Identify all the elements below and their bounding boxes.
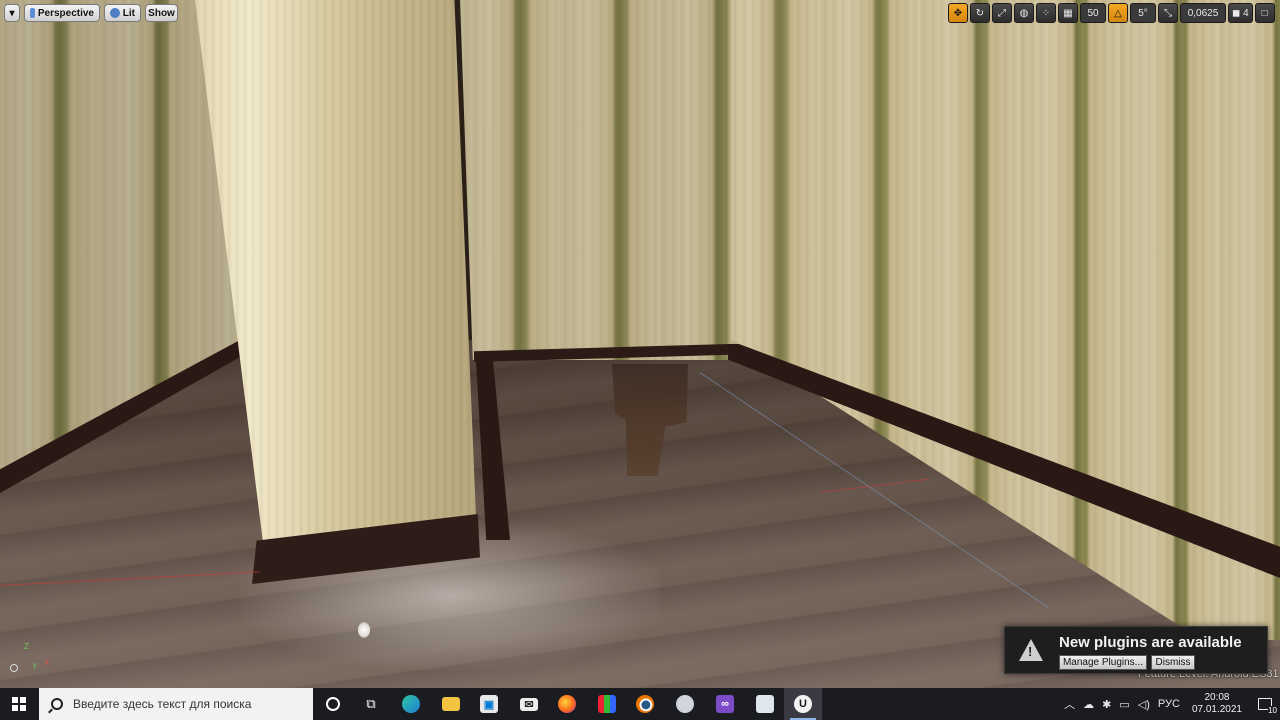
- blender-icon: [636, 695, 654, 713]
- taskbar-app-meshroom[interactable]: [666, 688, 704, 720]
- edge-browser-icon: [402, 695, 420, 713]
- coordinate-system-button[interactable]: ◍: [1014, 3, 1034, 23]
- camera-icon: ◼: [1232, 7, 1244, 19]
- scale-mode-button[interactable]: ⤢: [992, 3, 1012, 23]
- taskbar-app-mail[interactable]: ✉: [510, 688, 548, 720]
- taskbar-app-blender[interactable]: [626, 688, 664, 720]
- globe-icon: ◍: [1019, 7, 1029, 19]
- angle-icon: △: [1114, 7, 1122, 19]
- folder-icon: [442, 697, 460, 711]
- surface-snap-icon: ⁘: [1041, 7, 1051, 19]
- scale-icon: ⤢: [998, 7, 1006, 19]
- grid-snap-toggle[interactable]: ▦: [1058, 3, 1078, 23]
- taskbar-app-visual-studio[interactable]: ∞: [706, 688, 744, 720]
- taskbar-app-files[interactable]: [746, 688, 784, 720]
- camera-speed-value: 4: [1243, 7, 1249, 19]
- rotation-snap-value[interactable]: 5°: [1130, 3, 1156, 23]
- scale-snap-icon: ⤡: [1164, 7, 1172, 19]
- chevron-down-icon: ▾: [9, 7, 15, 19]
- visual-studio-icon: ∞: [716, 695, 734, 713]
- transform-toolbar: ✥ ↻ ⤢ ◍ ⁘ ▦ 50 △ 5° ⤡ 0,0625 ◼ 4 □: [948, 3, 1275, 23]
- taskbar-app-unreal[interactable]: U: [784, 688, 822, 720]
- grid-icon: ▦: [1063, 7, 1073, 19]
- axis-indicator: Z Y X: [10, 640, 56, 676]
- axis-origin-icon: [10, 664, 18, 672]
- clock[interactable]: 20:08 07.01.2021: [1184, 692, 1250, 716]
- level-viewport[interactable]: ▾ Perspective Lit Show ✥ ↻ ⤢ ◍ ⁘ ▦ 50 △ …: [0, 0, 1280, 688]
- view-mode-button[interactable]: Lit: [104, 4, 141, 22]
- plugins-notification: New plugins are available Manage Plugins…: [1004, 626, 1268, 674]
- taskbar-app-firefox[interactable]: [548, 688, 586, 720]
- dismiss-button[interactable]: Dismiss: [1151, 655, 1195, 670]
- language-indicator[interactable]: РУС: [1154, 698, 1184, 710]
- maximize-viewport-button[interactable]: □: [1254, 3, 1275, 23]
- polygon-app-icon: [676, 695, 694, 713]
- notification-count: 10: [1268, 706, 1277, 715]
- maximize-icon: □: [1261, 7, 1268, 19]
- taskbar-app-edge[interactable]: [392, 688, 430, 720]
- viewport-options-button[interactable]: ▾: [4, 4, 20, 22]
- grid-snap-value[interactable]: 50: [1080, 3, 1106, 23]
- notification-title: New plugins are available: [1059, 634, 1242, 651]
- view-mode-label: Lit: [122, 7, 135, 19]
- task-view-icon: ⧉: [366, 696, 376, 711]
- start-button[interactable]: [0, 688, 38, 720]
- surface-snapping-button[interactable]: ⁘: [1036, 3, 1056, 23]
- rotate-icon: ↻: [975, 7, 985, 19]
- firefox-icon: [558, 695, 576, 713]
- chevron-up-icon[interactable]: ︿: [1060, 696, 1079, 712]
- onedrive-cloud-icon[interactable]: ☁: [1079, 698, 1098, 711]
- unreal-engine-icon: U: [794, 695, 812, 713]
- store-bag-icon: ▣: [480, 695, 498, 713]
- search-placeholder: Введите здесь текст для поиска: [73, 697, 252, 711]
- bluetooth-icon[interactable]: ✱: [1098, 698, 1115, 711]
- action-center-button[interactable]: 10: [1250, 688, 1280, 720]
- x-axis-label: X: [44, 658, 50, 667]
- perspective-camera-icon: [30, 8, 35, 18]
- clock-date: 07.01.2021: [1191, 704, 1242, 715]
- show-flags-button[interactable]: Show: [145, 4, 178, 22]
- lit-sphere-icon: [110, 8, 120, 18]
- system-tray: ︿ ☁ ✱ ▭ ◁) РУС 20:08 07.01.2021 10: [1060, 688, 1280, 720]
- mail-icon: ✉: [520, 697, 538, 711]
- taskbar-app-store[interactable]: ▣: [470, 688, 508, 720]
- manage-plugins-button[interactable]: Manage Plugins...: [1059, 655, 1147, 670]
- windows-taskbar: Введите здесь текст для поиска ⧉ ▣ ✉ ∞ U…: [0, 688, 1280, 720]
- task-view-button[interactable]: ⧉: [352, 688, 390, 720]
- y-axis-label: Y: [32, 662, 38, 671]
- taskbar-app-explorer[interactable]: [432, 688, 470, 720]
- taskbar-app-rubik[interactable]: [588, 688, 626, 720]
- search-icon: [51, 698, 63, 710]
- perspective-button[interactable]: Perspective: [24, 4, 100, 22]
- z-axis-label: Z: [24, 642, 29, 651]
- show-label: Show: [148, 7, 175, 19]
- taskbar-search-box[interactable]: Введите здесь текст для поиска: [39, 688, 313, 720]
- clock-time: 20:08: [1204, 692, 1230, 703]
- document-stack-icon: [756, 695, 774, 713]
- perspective-label: Perspective: [37, 7, 94, 19]
- rotate-mode-button[interactable]: ↻: [970, 3, 990, 23]
- scale-snap-toggle[interactable]: ⤡: [1158, 3, 1178, 23]
- cortana-button[interactable]: [314, 688, 352, 720]
- network-icon[interactable]: ▭: [1115, 698, 1133, 711]
- rotation-snap-toggle[interactable]: △: [1108, 3, 1128, 23]
- windows-logo-icon: [12, 697, 26, 711]
- translate-mode-button[interactable]: ✥: [948, 3, 968, 23]
- cortana-circle-icon: [326, 697, 340, 711]
- warning-icon: [1019, 639, 1043, 661]
- camera-speed-button[interactable]: ◼ 4: [1228, 3, 1253, 23]
- player-start-icon[interactable]: [358, 622, 370, 638]
- rubik-cube-icon: [598, 695, 616, 713]
- move-arrows-icon: ✥: [953, 7, 963, 19]
- volume-icon[interactable]: ◁): [1134, 698, 1154, 711]
- scale-snap-value[interactable]: 0,0625: [1180, 3, 1226, 23]
